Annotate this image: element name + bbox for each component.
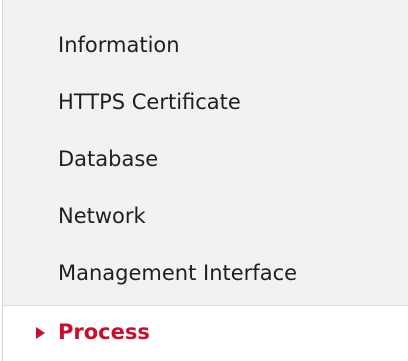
sidebar-item-information[interactable]: Information	[3, 18, 408, 75]
triangle-right-icon	[36, 327, 45, 339]
sidebar-item-label: Database	[58, 147, 159, 171]
sidebar-item-label: Management Interface	[58, 261, 298, 285]
sidebar-item-https-certificate[interactable]: HTTPS Certificate	[3, 75, 408, 132]
settings-sidebar: Information HTTPS Certificate Database N…	[2, 0, 408, 361]
sidebar-item-database[interactable]: Database	[3, 132, 408, 189]
sidebar-item-label: Network	[58, 204, 146, 228]
sidebar-item-label: HTTPS Certificate	[58, 90, 241, 114]
sidebar-item-management-interface[interactable]: Management Interface	[3, 246, 408, 303]
sidebar-item-label: Process	[58, 320, 150, 344]
sidebar-nav-list: Information HTTPS Certificate Database N…	[3, 18, 408, 361]
sidebar-item-network[interactable]: Network	[3, 189, 408, 246]
sidebar-item-process[interactable]: Process	[3, 305, 408, 361]
sidebar-item-label: Information	[58, 33, 180, 57]
